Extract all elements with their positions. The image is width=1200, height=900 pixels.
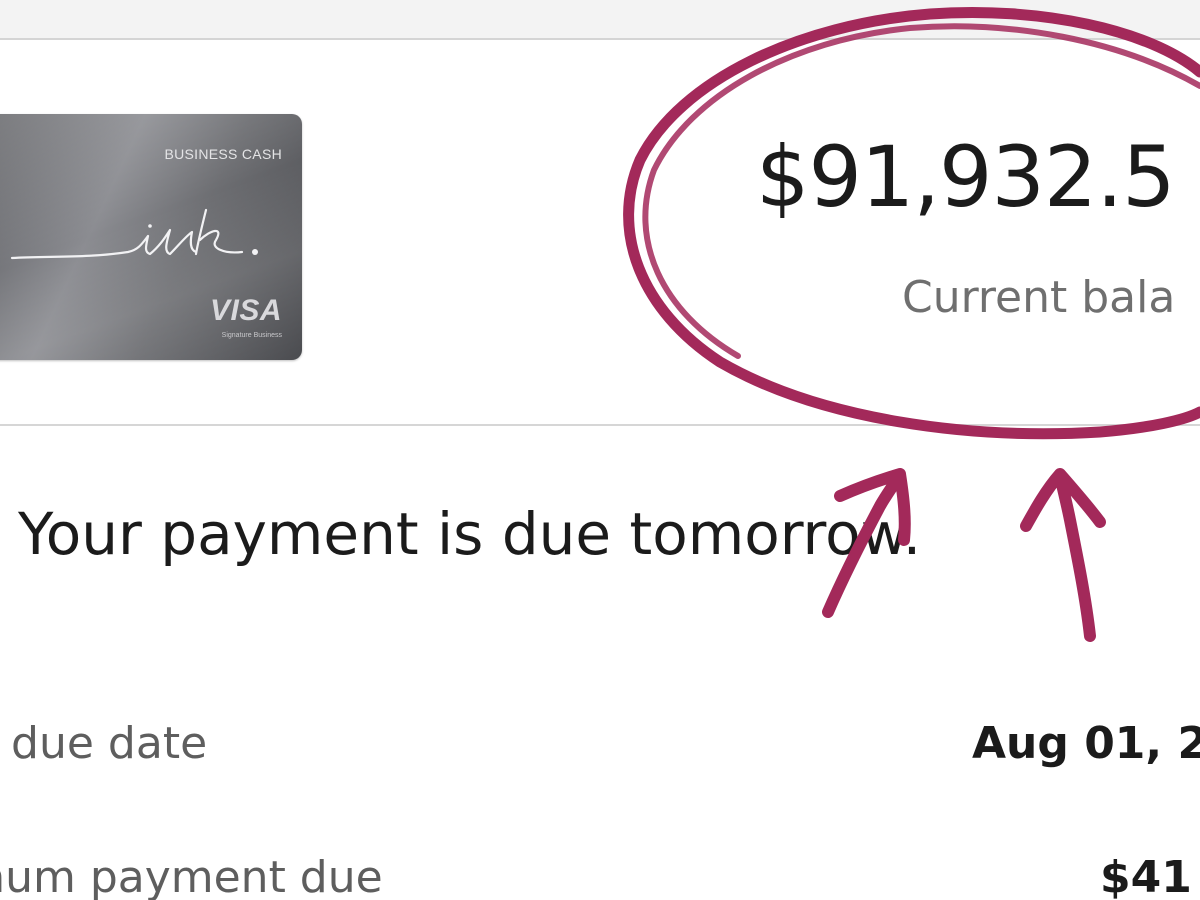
current-balance-label: Current bala [902,272,1176,323]
annotation-arrow-right [1020,468,1106,642]
card-brand-logo [10,208,258,260]
minimum-payment-due-value: $41 [1100,852,1192,900]
payment-due-date-label: ment due date [0,718,208,769]
card-tier-label: Signature Business [221,332,282,339]
credit-card-image[interactable]: BUSINESS CASH VISA Signature Business [0,114,302,360]
card-product-name: BUSINESS CASH [164,146,282,162]
current-balance-amount: $91,932.5 [756,128,1176,226]
panel-divider [0,424,1200,426]
payment-due-message: Your payment is due tomorrow. [18,500,922,568]
visa-logo: VISA [209,294,282,327]
payment-due-date-value: Aug 01, 2 [972,718,1200,769]
minimum-payment-due-label: imum payment due [0,852,383,900]
top-bar [0,0,1200,40]
account-summary-screen: BUSINESS CASH VISA Signature Business $9… [0,0,1200,900]
